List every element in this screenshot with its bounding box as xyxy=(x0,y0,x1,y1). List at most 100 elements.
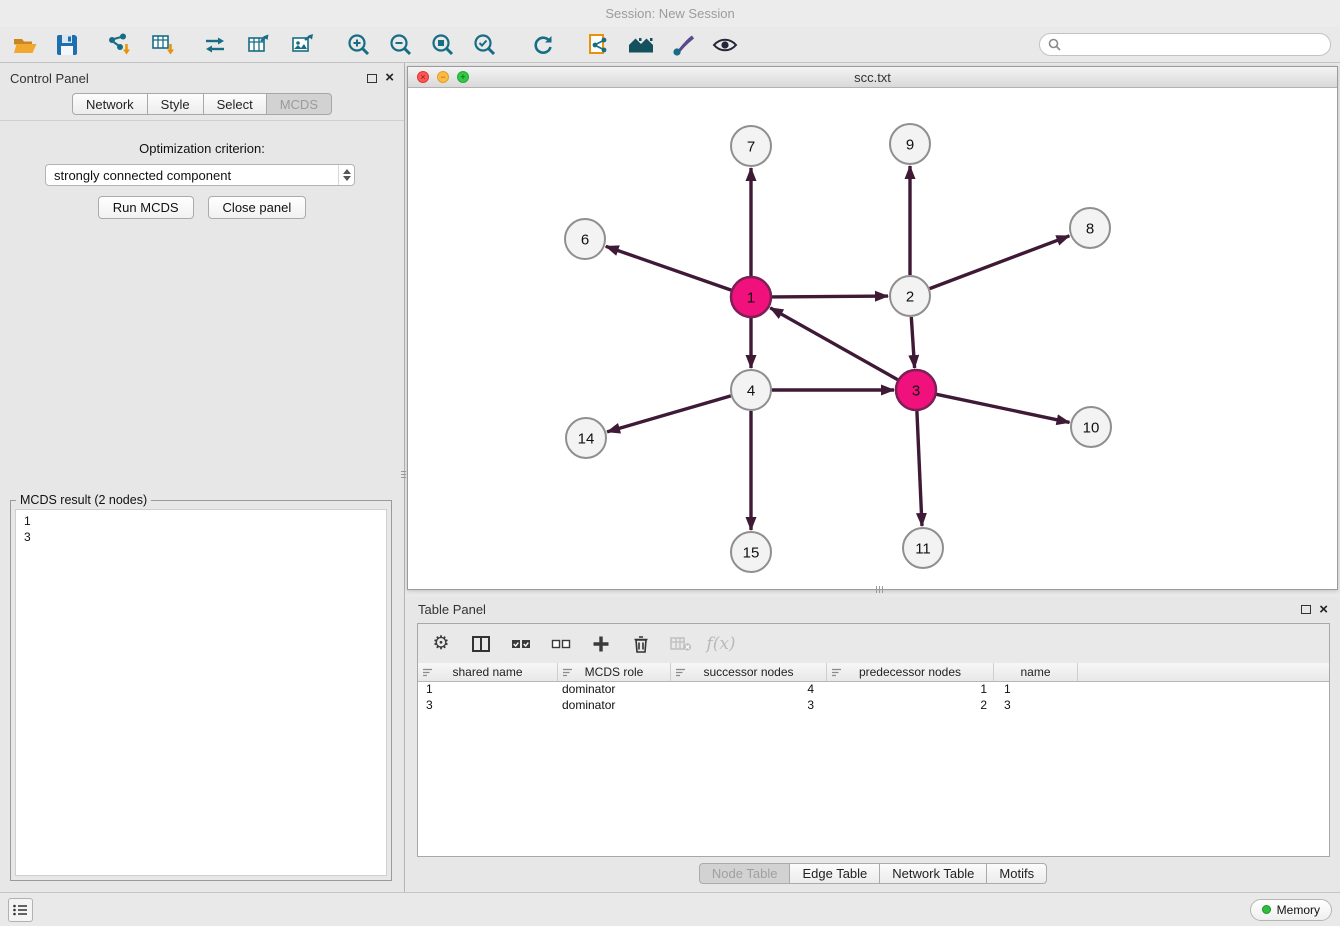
tab-network-table[interactable]: Network Table xyxy=(879,863,987,884)
clone-network-button[interactable] xyxy=(584,30,614,60)
cell-predecessor-nodes[interactable]: 2 xyxy=(827,698,994,714)
cell-mcds-role[interactable]: dominator xyxy=(558,698,671,714)
refresh-view-button[interactable] xyxy=(528,30,558,60)
zoom-in-icon xyxy=(346,32,372,58)
column-predecessor-nodes[interactable]: predecessor nodes xyxy=(827,663,994,681)
search-field[interactable] xyxy=(1039,33,1331,56)
float-panel-icon[interactable] xyxy=(367,74,377,83)
graph-node-9[interactable]: 9 xyxy=(890,124,930,164)
tab-network[interactable]: Network xyxy=(72,93,148,115)
clone-network-icon xyxy=(586,32,612,58)
style-brush-button[interactable] xyxy=(668,30,698,60)
float-table-panel-icon[interactable] xyxy=(1301,605,1311,614)
task-history-button[interactable] xyxy=(8,898,33,922)
cell-predecessor-nodes[interactable]: 1 xyxy=(827,682,994,698)
column-shared-name[interactable]: shared name xyxy=(418,663,558,681)
show-columns-button[interactable] xyxy=(468,631,494,657)
graph-node-1[interactable]: 1 xyxy=(731,277,771,317)
graph-edge-3-1[interactable] xyxy=(770,308,898,380)
graph-node-3[interactable]: 3 xyxy=(896,370,936,410)
cell-mcds-role[interactable]: dominator xyxy=(558,682,671,698)
eye-icon xyxy=(711,32,739,58)
close-window-icon[interactable]: × xyxy=(417,71,429,83)
select-all-icon xyxy=(511,635,531,653)
tab-motifs[interactable]: Motifs xyxy=(986,863,1047,884)
select-all-button[interactable] xyxy=(508,631,534,657)
gear-icon: ⚙ xyxy=(432,632,449,655)
close-panel-button[interactable]: Close panel xyxy=(208,196,307,219)
graph-edge-2-3[interactable] xyxy=(911,317,914,368)
save-session-button[interactable] xyxy=(52,30,82,60)
cell-successor-nodes[interactable]: 4 xyxy=(671,682,827,698)
close-table-panel-icon[interactable]: × xyxy=(1319,605,1328,615)
export-image-button[interactable] xyxy=(288,30,318,60)
import-network-button[interactable] xyxy=(104,30,134,60)
tab-style[interactable]: Style xyxy=(147,93,204,115)
network-graph[interactable]: 7 9 6 8 1 2 4 3 14 10 15 11 xyxy=(408,88,1337,589)
graph-edge-1-2[interactable] xyxy=(772,296,888,297)
cell-successor-nodes[interactable]: 3 xyxy=(671,698,827,714)
graph-node-15[interactable]: 15 xyxy=(731,532,771,572)
zoom-out-button[interactable] xyxy=(386,30,416,60)
column-settings-button[interactable]: ⚙ xyxy=(428,631,454,657)
cell-name[interactable]: 3 xyxy=(994,698,1078,714)
column-mcds-role[interactable]: MCDS role xyxy=(558,663,671,681)
zoom-fit-button[interactable] xyxy=(428,30,458,60)
table-row[interactable]: 1 dominator 4 1 1 xyxy=(418,682,1329,698)
graph-edge-1-6[interactable] xyxy=(606,246,731,290)
search-input[interactable] xyxy=(1066,38,1322,52)
optimization-criterion-select[interactable]: strongly connected component xyxy=(45,164,355,186)
tab-edge-table[interactable]: Edge Table xyxy=(789,863,880,884)
add-column-button[interactable] xyxy=(588,631,614,657)
graph-node-11[interactable]: 11 xyxy=(903,528,943,568)
network-canvas[interactable]: 7 9 6 8 1 2 4 3 14 10 15 11 xyxy=(408,88,1337,589)
zoom-selected-icon xyxy=(472,32,498,58)
graph-edge-4-14[interactable] xyxy=(607,396,731,432)
column-name[interactable]: name xyxy=(994,663,1078,681)
window-splitter-handle[interactable] xyxy=(868,586,890,593)
cell-shared-name[interactable]: 1 xyxy=(418,682,558,698)
delete-column-button[interactable] xyxy=(628,631,654,657)
zoom-selected-button[interactable] xyxy=(470,30,500,60)
delete-table-button xyxy=(668,631,694,657)
selected-criterion: strongly connected component xyxy=(54,168,231,183)
maximize-window-icon[interactable]: + xyxy=(457,71,469,83)
graph-node-4[interactable]: 4 xyxy=(731,370,771,410)
close-panel-icon[interactable]: × xyxy=(385,73,394,83)
cell-name[interactable]: 1 xyxy=(994,682,1078,698)
graph-node-8[interactable]: 8 xyxy=(1070,208,1110,248)
refresh-icon xyxy=(530,32,556,58)
graph-node-label: 15 xyxy=(743,545,760,562)
node-table-window: ⚙ xyxy=(417,623,1330,857)
table-row[interactable]: 3 dominator 3 2 3 xyxy=(418,698,1329,714)
graph-edge-3-10[interactable] xyxy=(937,394,1070,422)
unselect-all-button[interactable] xyxy=(548,631,574,657)
mcds-result-title: MCDS result (2 nodes) xyxy=(16,493,151,507)
open-session-button[interactable] xyxy=(10,30,40,60)
tab-select[interactable]: Select xyxy=(203,93,267,115)
mcds-result-area: 1 3 xyxy=(15,509,387,876)
cell-shared-name[interactable]: 3 xyxy=(418,698,558,714)
control-panel-tabs: Network Style Select MCDS xyxy=(0,93,404,115)
export-table-button[interactable] xyxy=(244,30,274,60)
run-mcds-button[interactable]: Run MCDS xyxy=(98,196,194,219)
tab-mcds[interactable]: MCDS xyxy=(266,93,332,115)
column-successor-nodes[interactable]: successor nodes xyxy=(671,663,827,681)
show-hide-button[interactable] xyxy=(710,30,740,60)
import-table-button[interactable] xyxy=(148,30,178,60)
home-button[interactable] xyxy=(626,30,656,60)
zoom-out-icon xyxy=(388,32,414,58)
graph-node-10[interactable]: 10 xyxy=(1071,407,1111,447)
graph-node-6[interactable]: 6 xyxy=(565,219,605,259)
graph-edge-2-8[interactable] xyxy=(930,236,1070,289)
graph-node-7[interactable]: 7 xyxy=(731,126,771,166)
table-panel-tabs: Node Table Edge Table Network Table Moti… xyxy=(406,863,1340,884)
minimize-window-icon[interactable]: − xyxy=(437,71,449,83)
network-exchange-button[interactable] xyxy=(200,30,230,60)
graph-node-2[interactable]: 2 xyxy=(890,276,930,316)
graph-node-14[interactable]: 14 xyxy=(566,418,606,458)
memory-button[interactable]: Memory xyxy=(1250,899,1332,921)
zoom-in-button[interactable] xyxy=(344,30,374,60)
tab-node-table[interactable]: Node Table xyxy=(699,863,791,884)
graph-edge-3-11[interactable] xyxy=(917,411,922,526)
